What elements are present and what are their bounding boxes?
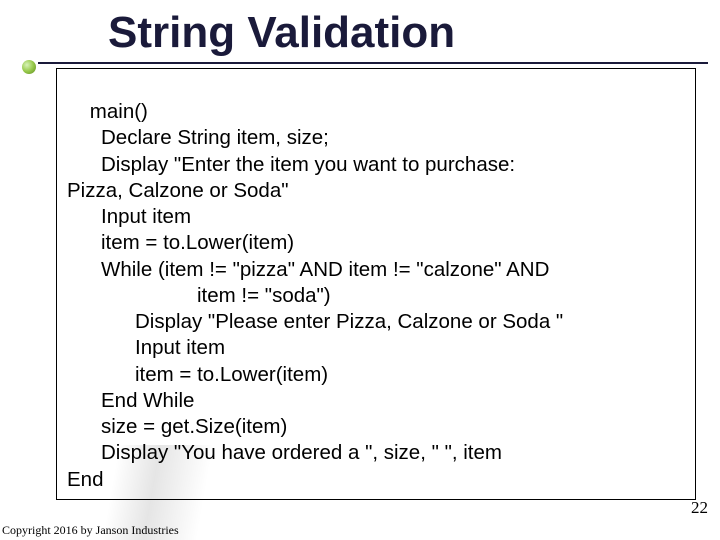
code-line: Input item <box>67 204 687 230</box>
code-line: Input item <box>67 335 687 361</box>
code-line: size = get.Size(item) <box>67 414 687 440</box>
code-line: Display "Enter the item you want to purc… <box>67 152 687 178</box>
code-line: main() <box>90 100 148 123</box>
code-line: item = to.Lower(item) <box>67 230 687 256</box>
code-line: Declare String item, size; <box>67 125 687 151</box>
slide-title: String Validation <box>108 8 720 58</box>
copyright-text: Copyright 2016 by Janson Industries <box>2 523 179 538</box>
code-line: item != "soda") <box>67 283 687 309</box>
code-line: item = to.Lower(item) <box>67 362 687 388</box>
code-line: End While <box>67 388 687 414</box>
title-underline <box>38 62 708 64</box>
code-box: main() Declare String item, size;Display… <box>56 68 696 500</box>
code-line: Display "You have ordered a ", size, " "… <box>67 440 687 466</box>
code-line: End <box>67 468 103 491</box>
page-number: 22 <box>691 498 708 518</box>
bullet-icon <box>22 60 36 74</box>
code-line: While (item != "pizza" AND item != "calz… <box>67 257 687 283</box>
slide: String Validation main() Declare String … <box>0 0 720 540</box>
code-line: Pizza, Calzone or Soda" <box>67 179 289 202</box>
code-line: Display "Please enter Pizza, Calzone or … <box>67 309 687 335</box>
title-block: String Validation <box>0 8 720 64</box>
